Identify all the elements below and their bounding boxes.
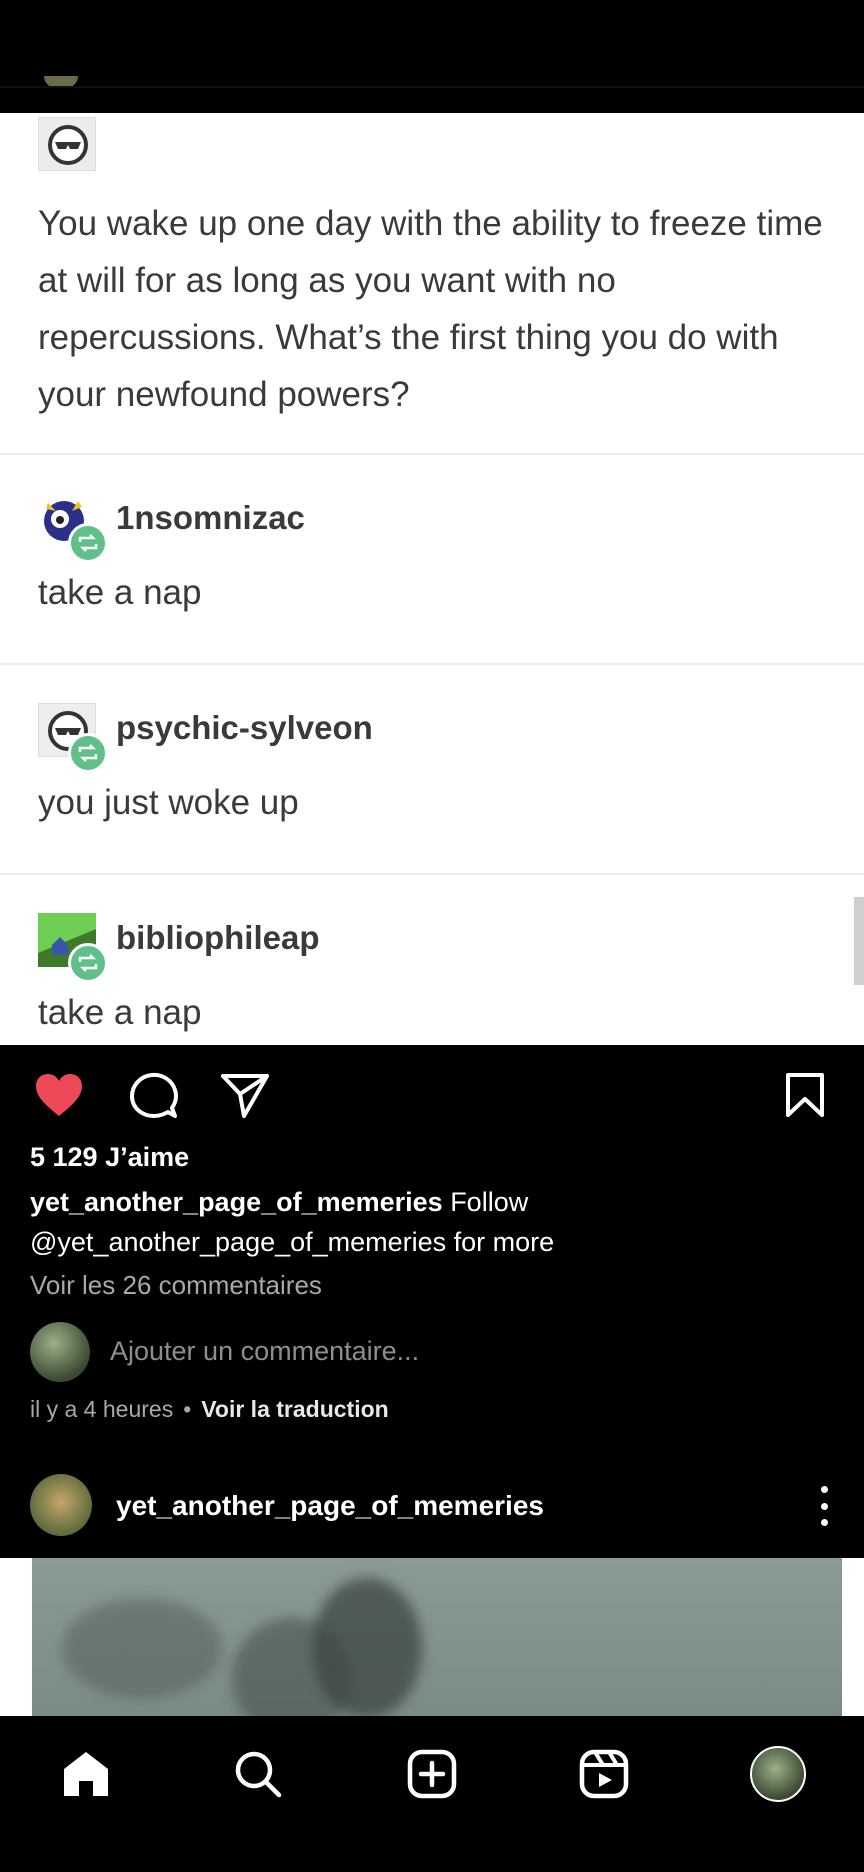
dot-icon bbox=[820, 1519, 828, 1526]
comment-input[interactable]: Ajouter un commentaire... bbox=[110, 1336, 419, 1367]
avatar bbox=[30, 1322, 90, 1382]
nav-profile[interactable] bbox=[748, 1744, 808, 1804]
reply-username: psychic-sylveon bbox=[116, 709, 373, 746]
reply-item: bibliophileap take a nap bbox=[0, 875, 864, 1045]
separator-dot: • bbox=[183, 1396, 192, 1422]
reply-username: 1nsomnizac bbox=[116, 499, 305, 536]
caption-username[interactable]: yet_another_page_of_memeries bbox=[30, 1187, 443, 1217]
profile-avatar bbox=[750, 1746, 806, 1802]
more-options-button[interactable] bbox=[814, 1486, 834, 1526]
top-divider bbox=[0, 86, 864, 88]
next-post-header: yet_another_page_of_memeries bbox=[0, 1470, 864, 1540]
post-meta: il y a 4 heures • Voir la traduction bbox=[30, 1396, 389, 1423]
post-actions bbox=[0, 1060, 864, 1126]
avatar[interactable] bbox=[30, 1474, 92, 1536]
op-avatar bbox=[38, 117, 96, 171]
image-scrollbar bbox=[854, 897, 864, 985]
comment-icon bbox=[130, 1072, 178, 1118]
share-button[interactable] bbox=[218, 1068, 272, 1122]
dot-icon bbox=[820, 1486, 828, 1493]
search-icon bbox=[235, 1751, 282, 1798]
reply-text: take a nap bbox=[38, 993, 202, 1032]
reply-item: psychic-sylveon you just woke up bbox=[0, 665, 864, 865]
next-post-image[interactable] bbox=[0, 1558, 864, 1716]
create-icon bbox=[407, 1749, 457, 1799]
reply-text: you just woke up bbox=[38, 783, 299, 822]
nav-home[interactable] bbox=[56, 1744, 116, 1804]
reply-item: 1nsomnizac take a nap bbox=[0, 455, 864, 655]
heart-filled-icon bbox=[36, 1074, 82, 1116]
translate-link[interactable]: Voir la traduction bbox=[201, 1396, 388, 1422]
bottom-navigation bbox=[0, 1716, 864, 1872]
status-bar bbox=[0, 0, 864, 86]
like-button[interactable] bbox=[32, 1068, 86, 1122]
home-icon bbox=[64, 1752, 108, 1796]
nav-create[interactable] bbox=[402, 1744, 462, 1804]
reply-text: take a nap bbox=[38, 573, 202, 612]
add-comment-row[interactable]: Ajouter un commentaire... bbox=[30, 1322, 850, 1382]
tumblr-question: You wake up one day with the ability to … bbox=[38, 204, 823, 414]
comment-button[interactable] bbox=[126, 1068, 180, 1122]
sunglasses-face-icon bbox=[48, 125, 88, 165]
save-button[interactable] bbox=[778, 1068, 832, 1122]
reels-icon bbox=[579, 1749, 629, 1799]
like-count[interactable]: 5 129 J’aime bbox=[30, 1142, 189, 1173]
timestamp: il y a 4 heures bbox=[30, 1396, 174, 1422]
post-caption: yet_another_page_of_memeries Follow @yet… bbox=[30, 1182, 850, 1262]
reblog-icon bbox=[68, 523, 108, 563]
reblog-icon bbox=[68, 943, 108, 983]
reply-username: bibliophileap bbox=[116, 919, 320, 956]
next-post-username[interactable]: yet_another_page_of_memeries bbox=[116, 1490, 544, 1522]
reblog-icon bbox=[68, 733, 108, 773]
view-comments-link[interactable]: Voir les 26 commentaires bbox=[30, 1270, 322, 1301]
bookmark-icon bbox=[786, 1073, 824, 1117]
smoke-shape bbox=[62, 1598, 222, 1698]
post-image[interactable]: You wake up one day with the ability to … bbox=[0, 113, 864, 1045]
next-post-photo bbox=[32, 1558, 842, 1716]
dot-icon bbox=[820, 1502, 828, 1510]
send-icon bbox=[221, 1074, 269, 1118]
nav-reels[interactable] bbox=[574, 1744, 634, 1804]
nav-search[interactable] bbox=[228, 1744, 288, 1804]
